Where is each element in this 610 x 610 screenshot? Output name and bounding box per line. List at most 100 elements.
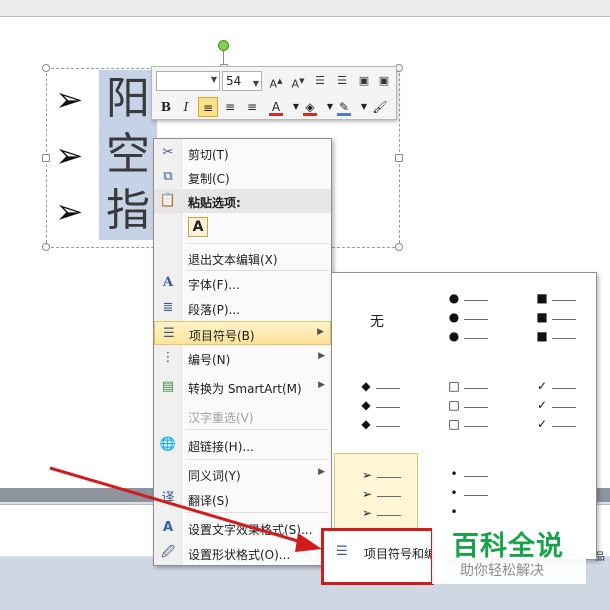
menu-item-reconversion[interactable]: 汉字重选(V) [154,404,331,428]
menu-item-label: 退出文本编辑(X) [188,253,278,267]
menu-item-label: 剪切(T) [188,148,229,162]
menu-item-label: 汉字重选(V) [188,411,254,425]
menu-item-cut[interactable]: ✂ 剪切(T) [154,141,331,165]
menu-item-exit-text-edit[interactable]: 退出文本编辑(X) [154,246,331,270]
bullets-icon: ☰ [163,326,175,341]
menu-item-label: 段落(P)... [188,303,241,317]
shrink-font-icon[interactable]: A▼ [288,71,308,91]
resize-handle[interactable] [42,64,50,72]
increase-indent-icon[interactable]: ☰ [332,71,352,91]
menu-item-label: 转换为 SmartArt(M) [188,382,302,396]
bullet-text[interactable]: 阳 [99,70,157,128]
menu-item-synonyms[interactable]: 同义词(Y) ▶ [154,462,331,486]
font-size-select[interactable]: 54 ▼ [222,71,262,91]
menu-item-numbering[interactable]: ⋮ 编号(N) ▶ [154,346,331,370]
bullet-style-diamond[interactable]: ◆ ◆ ◆ [334,369,418,453]
menu-item-format-shape[interactable]: 🖉 设置形状格式(O)... [154,541,331,565]
menu-item-label: 超链接(H)... [188,440,254,454]
scissors-icon: ✂ [162,145,174,160]
outline-pen-icon[interactable]: ✎ [334,97,354,117]
bold-button[interactable]: B [156,97,176,117]
watermark-tagline: 助你轻松解决 [460,563,544,579]
menu-item-convert-smartart[interactable]: ▤ 转换为 SmartArt(M) ▶ [154,375,331,399]
menu-separator [186,429,329,430]
shape-format-icon: 🖉 [161,545,175,560]
translate-icon: 译 [161,491,175,506]
menu-item-label: 字体(F)... [188,278,240,292]
paste-keep-text-only-button[interactable]: A [188,217,208,237]
format-painter-icon[interactable]: 🖌 [370,97,390,117]
arrow-bullet-icon: ➢ [55,80,84,120]
menu-separator [186,512,329,513]
dot-bullet-icon: • [450,467,458,481]
fill-bucket-icon[interactable]: ◈ [300,97,320,117]
filled-circle-bullet-icon: ● [448,329,460,343]
fill-color-swatch [303,113,317,116]
bullet-text[interactable]: 空 [99,126,157,184]
bring-forward-icon[interactable]: ▣ [354,71,374,91]
italic-button[interactable]: I [176,97,196,117]
filled-square-bullet-icon: ■ [536,291,548,305]
menu-separator [186,243,329,244]
align-left-button[interactable]: ≡ [198,97,218,117]
resize-handle[interactable] [42,154,50,162]
menu-item-font[interactable]: A 字体(F)... [154,271,331,295]
window-top-strip [0,0,610,17]
submenu-arrow-icon: ▶ [317,327,324,337]
bullet-style-hollow-square[interactable]: □ □ □ [422,369,506,453]
grow-font-icon[interactable]: A▲ [266,71,286,91]
paragraph-icon: ≣ [162,300,174,315]
filled-square-bullet-icon: ■ [536,329,548,343]
bullet-style-filled-round[interactable]: ● ● ● [422,277,506,361]
bullet-text[interactable]: 指 [99,182,157,240]
chevron-down-icon[interactable]: ▼ [253,75,259,93]
submenu-arrow-icon: ▶ [318,467,325,477]
decrease-indent-icon[interactable]: ☰ [310,71,330,91]
arrow-bullet-icon: ➢ [361,487,373,501]
hollow-square-bullet-icon: □ [448,417,460,431]
menu-header-paste-options: 📋 粘贴选项: [154,189,331,213]
watermark-logo: 百科全说 助你轻松解决 [432,522,586,584]
diamond-bullet-icon: ◆ [361,417,371,431]
resize-handle[interactable] [395,243,403,251]
mini-toolbar: ▼ 54 ▼ A▲ A▼ ☰ ☰ ▣ ▣ B I ≡ ≡ ≡ A ▼ ◈ ▼ ✎… [151,66,397,120]
menu-item-label: 粘贴选项: [188,196,241,210]
font-size-value: 54 [226,74,242,88]
chevron-down-icon[interactable]: ▼ [211,75,217,84]
bullet-style-filled-square[interactable]: ■ ■ ■ [510,277,594,361]
resize-handle[interactable] [395,154,403,162]
annotation-box [321,528,434,585]
rotation-handle[interactable] [218,40,229,51]
text-effects-icon: A [162,520,174,535]
bullet-style-arrow[interactable]: ➢ ➢ ➢ [334,453,418,537]
diamond-bullet-icon: ◆ [361,398,371,412]
font-color-button[interactable]: A [266,97,286,117]
font-color-swatch [269,113,283,116]
checkmark-bullet-icon: ✓ [536,417,548,431]
font-name-select[interactable]: ▼ [156,71,220,91]
diamond-bullet-icon: ◆ [361,379,371,393]
hollow-square-bullet-icon: □ [448,398,460,412]
menu-item-copy[interactable]: ⧉ 复制(C) [154,165,331,189]
menu-item-format-text-effects[interactable]: A 设置文字效果格式(S)... [154,516,331,540]
bullet-style-checkmark[interactable]: ✓ ✓ ✓ [510,369,594,453]
menu-item-label: 编号(N) [188,353,231,367]
arrow-bullet-icon: ➢ [361,506,373,520]
menu-item-hyperlink[interactable]: 🌐 超链接(H)... [154,433,331,457]
watermark-brand: 百科全说 [452,531,564,562]
resize-handle[interactable] [42,243,50,251]
checkmark-bullet-icon: ✓ [536,398,548,412]
align-right-button[interactable]: ≡ [242,97,262,117]
menu-item-translate[interactable]: 译 翻译(S) [154,487,331,511]
align-center-button[interactable]: ≡ [220,97,240,117]
copy-icon: ⧉ [163,169,173,184]
send-backward-icon[interactable]: ▣ [374,71,394,91]
menu-item-bullets[interactable]: ☰ 项目符号(B) ▶ [154,321,331,345]
menu-item-paragraph[interactable]: ≣ 段落(P)... [154,296,331,320]
filled-square-bullet-icon: ■ [536,310,548,324]
bullet-none-label: 无 [370,314,384,330]
menu-item-label: 翻译(S) [188,494,229,508]
submenu-arrow-icon: ▶ [318,380,325,390]
bullet-style-none[interactable]: 无 [334,277,418,361]
hollow-square-bullet-icon: □ [448,379,460,393]
